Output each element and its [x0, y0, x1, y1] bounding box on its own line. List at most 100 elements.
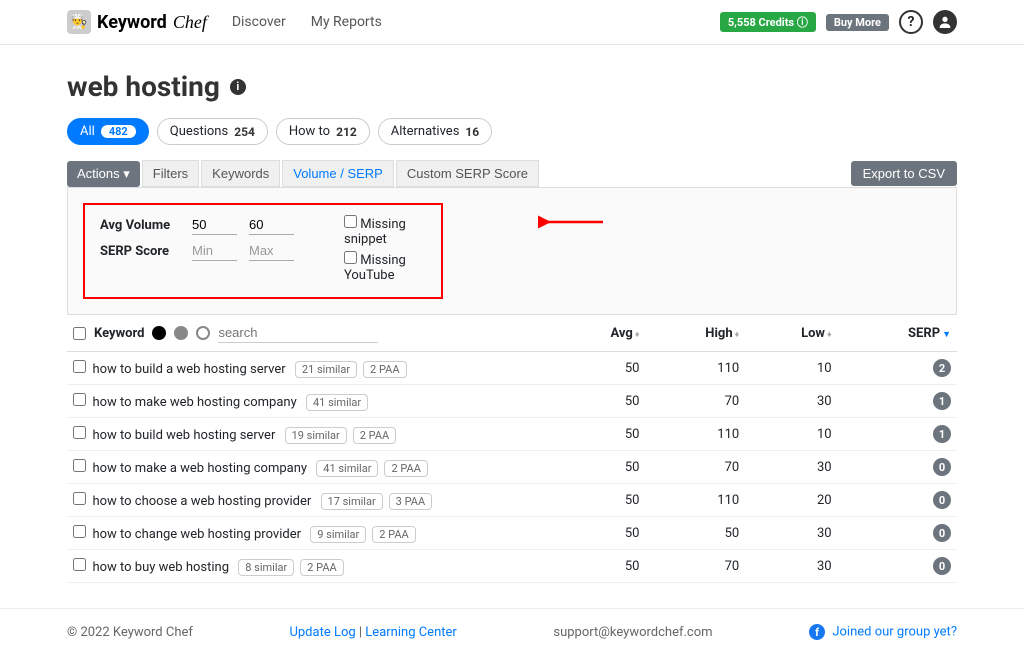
keyword-text[interactable]: how to make a web hosting company [92, 461, 307, 476]
serp-badge: 2 [933, 359, 951, 377]
row-checkbox[interactable] [73, 360, 86, 373]
info-icon[interactable]: i [230, 79, 246, 95]
avg-volume-min-input[interactable] [192, 215, 237, 235]
buy-more-button[interactable]: Buy More [826, 14, 889, 31]
chef-icon: 👨‍🍳 [67, 10, 91, 34]
tab-custom-serp[interactable]: Custom SERP Score [396, 160, 539, 187]
table-row: how to make web hosting company 41 simil… [67, 385, 957, 418]
cell-high: 70 [645, 550, 745, 583]
cell-low: 30 [745, 385, 837, 418]
keyword-text[interactable]: how to make web hosting company [92, 395, 296, 410]
pill-questions[interactable]: Questions 254 [157, 118, 268, 145]
table-row: how to build a web hosting server 21 sim… [67, 352, 957, 385]
col-avg[interactable]: Avg♦ [557, 315, 646, 352]
paa-tag[interactable]: 2 PAA [300, 559, 343, 576]
table-row: how to make a web hosting company 41 sim… [67, 451, 957, 484]
missing-youtube-checkbox[interactable]: Missing YouTube [344, 251, 426, 283]
brand-text-1: Keyword [97, 12, 167, 33]
col-keyword[interactable]: Keyword [94, 326, 144, 341]
col-high[interactable]: High♦ [645, 315, 745, 352]
help-icon[interactable]: ? [899, 10, 923, 34]
paa-tag[interactable]: 2 PAA [384, 460, 427, 477]
logo[interactable]: 👨‍🍳 Keyword Chef [67, 10, 207, 34]
similar-tag[interactable]: 9 similar [310, 526, 366, 543]
paa-tag[interactable]: 2 PAA [372, 526, 415, 543]
filter-dot-outline-icon[interactable] [196, 326, 210, 340]
filter-dot-grey-icon[interactable] [174, 326, 188, 340]
cell-high: 110 [645, 352, 745, 385]
page-title: web hosting [67, 70, 220, 103]
cell-low: 30 [745, 451, 837, 484]
keyword-text[interactable]: how to build web hosting server [92, 428, 275, 443]
nav-reports[interactable]: My Reports [311, 14, 382, 30]
serp-badge: 0 [933, 458, 951, 476]
serp-badge: 1 [933, 425, 951, 443]
footer-copy: © 2022 Keyword Chef [67, 625, 193, 640]
footer-group-link[interactable]: Joined our group yet? [832, 625, 957, 640]
cell-avg: 50 [557, 352, 646, 385]
col-low[interactable]: Low♦ [745, 315, 837, 352]
pill-all[interactable]: All482 [67, 118, 149, 145]
export-csv-button[interactable]: Export to CSV [851, 161, 957, 186]
cell-avg: 50 [557, 517, 646, 550]
similar-tag[interactable]: 21 similar [295, 361, 357, 378]
table-row: how to buy web hosting 8 similar2 PAA507… [67, 550, 957, 583]
col-serp[interactable]: SERP▼ [838, 315, 957, 352]
keyword-search-input[interactable] [218, 323, 378, 343]
annotation-arrow-icon [538, 210, 608, 235]
table-row: how to change web hosting provider 9 sim… [67, 517, 957, 550]
cell-avg: 50 [557, 484, 646, 517]
table-row: how to build web hosting server 19 simil… [67, 418, 957, 451]
keyword-text[interactable]: how to change web hosting provider [92, 527, 301, 542]
footer-support-email[interactable]: support@keywordchef.com [553, 625, 712, 640]
actions-button[interactable]: Actions ▾ [67, 161, 140, 187]
missing-snippet-checkbox[interactable]: Missing snippet [344, 215, 426, 247]
similar-tag[interactable]: 8 similar [238, 559, 294, 576]
cell-high: 110 [645, 484, 745, 517]
tab-volume-serp[interactable]: Volume / SERP [282, 160, 394, 187]
keyword-text[interactable]: how to buy web hosting [92, 560, 229, 575]
user-avatar-icon[interactable] [933, 10, 957, 34]
cell-high: 50 [645, 517, 745, 550]
filter-panel: Avg Volume SERP Score Missing snippet M [67, 187, 957, 315]
cell-high: 70 [645, 385, 745, 418]
brand-text-2: Chef [173, 12, 207, 33]
paa-tag[interactable]: 2 PAA [363, 361, 406, 378]
row-checkbox[interactable] [73, 426, 86, 439]
similar-tag[interactable]: 41 similar [316, 460, 378, 477]
serp-score-label: SERP Score [100, 244, 180, 259]
paa-tag[interactable]: 2 PAA [353, 427, 396, 444]
top-nav: 👨‍🍳 Keyword Chef Discover My Reports 5,5… [0, 0, 1024, 45]
similar-tag[interactable]: 41 similar [306, 394, 368, 411]
pill-how-to[interactable]: How to 212 [276, 118, 370, 145]
keyword-text[interactable]: how to choose a web hosting provider [92, 494, 311, 509]
serp-badge: 1 [933, 392, 951, 410]
serp-badge: 0 [933, 491, 951, 509]
filter-dot-black-icon[interactable] [152, 326, 166, 340]
serp-score-min-input[interactable] [192, 241, 237, 261]
footer-learning-center[interactable]: Learning Center [365, 625, 457, 640]
row-checkbox[interactable] [73, 525, 86, 538]
avg-volume-max-input[interactable] [249, 215, 294, 235]
cell-low: 10 [745, 418, 837, 451]
similar-tag[interactable]: 19 similar [285, 427, 347, 444]
row-checkbox[interactable] [73, 492, 86, 505]
cell-low: 30 [745, 517, 837, 550]
paa-tag[interactable]: 3 PAA [389, 493, 432, 510]
cell-avg: 50 [557, 385, 646, 418]
row-checkbox[interactable] [73, 393, 86, 406]
tab-keywords[interactable]: Keywords [201, 160, 280, 187]
row-checkbox[interactable] [73, 459, 86, 472]
cell-avg: 50 [557, 418, 646, 451]
tab-filters[interactable]: Filters [142, 160, 199, 187]
pill-alternatives[interactable]: Alternatives 16 [378, 118, 492, 145]
select-all-checkbox[interactable] [73, 327, 86, 340]
row-checkbox[interactable] [73, 558, 86, 571]
nav-discover[interactable]: Discover [232, 14, 286, 30]
facebook-icon: f [809, 624, 825, 640]
keyword-text[interactable]: how to build a web hosting server [92, 362, 285, 377]
serp-score-max-input[interactable] [249, 241, 294, 261]
similar-tag[interactable]: 17 similar [321, 493, 383, 510]
footer-update-log[interactable]: Update Log [289, 625, 355, 640]
cell-high: 110 [645, 418, 745, 451]
